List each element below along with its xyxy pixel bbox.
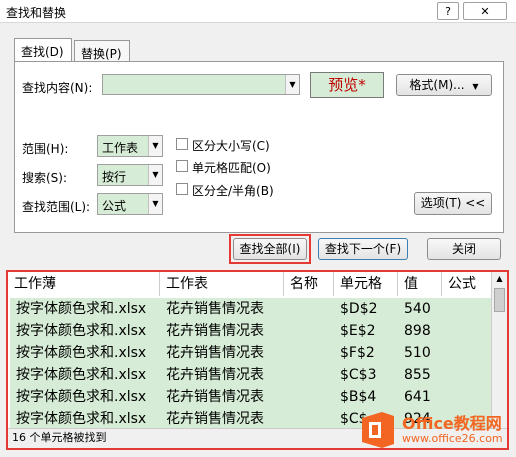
format-button-label: 格式(M)... bbox=[409, 78, 465, 92]
find-next-button[interactable]: 查找下一个(F) bbox=[318, 238, 408, 260]
tab-find-label: 查找(D) bbox=[21, 45, 64, 59]
chevron-down-icon[interactable]: ▼ bbox=[285, 75, 299, 94]
within-select[interactable]: 工作表 ▼ bbox=[97, 135, 163, 157]
within-value: 工作表 bbox=[102, 141, 139, 155]
column-header-name[interactable]: 名称 bbox=[284, 272, 334, 296]
cell-sheet: 花卉销售情况表 bbox=[166, 345, 264, 361]
table-row[interactable]: 按字体颜色求和.xlsx 花卉销售情况表 $B$4 641 bbox=[10, 386, 493, 408]
cell-workbook: 按字体颜色求和.xlsx bbox=[16, 411, 147, 427]
close-window-button[interactable]: ✕ bbox=[463, 2, 507, 20]
match-entire-cell-checkbox[interactable] bbox=[176, 160, 188, 172]
cell-workbook: 按字体颜色求和.xlsx bbox=[16, 323, 147, 339]
cell-workbook: 按字体颜色求和.xlsx bbox=[16, 345, 147, 361]
format-button[interactable]: 格式(M)... ▼ bbox=[396, 74, 492, 96]
lookin-label: 查找范围(L): bbox=[22, 200, 91, 214]
column-header-workbook[interactable]: 工作薄 bbox=[8, 272, 160, 296]
column-header-cell[interactable]: 单元格 bbox=[334, 272, 398, 296]
cell-value: 855 bbox=[404, 367, 431, 383]
help-button[interactable]: ? bbox=[437, 2, 459, 20]
options-button[interactable]: 选项(T) << bbox=[414, 192, 492, 215]
cell-address: $D$2 bbox=[340, 301, 378, 317]
scroll-up-icon[interactable]: ▲ bbox=[492, 272, 507, 286]
scroll-thumb[interactable] bbox=[494, 288, 505, 312]
lookin-value: 公式 bbox=[102, 199, 127, 213]
cell-sheet: 花卉销售情况表 bbox=[166, 301, 264, 317]
cell-sheet: 花卉销售情况表 bbox=[166, 411, 264, 427]
tab-replace-label: 替换(P) bbox=[81, 47, 122, 61]
format-preview: 预览* bbox=[310, 72, 384, 98]
table-row[interactable]: 按字体颜色求和.xlsx 花卉销售情况表 $E$2 898 bbox=[10, 320, 493, 342]
cell-address: $F$2 bbox=[340, 345, 375, 361]
cell-value: 641 bbox=[404, 389, 431, 405]
cell-value: 510 bbox=[404, 345, 431, 361]
match-entire-cell-label: 单元格匹配(O) bbox=[192, 161, 271, 175]
column-header-value[interactable]: 值 bbox=[398, 272, 442, 296]
cell-workbook: 按字体颜色求和.xlsx bbox=[16, 389, 147, 405]
match-byte-checkbox[interactable] bbox=[176, 183, 188, 195]
watermark-url: www.office26.com bbox=[402, 432, 503, 445]
cell-value: 540 bbox=[404, 301, 431, 317]
vertical-scrollbar[interactable]: ▲ bbox=[491, 272, 507, 428]
table-row[interactable]: 按字体颜色求和.xlsx 花卉销售情况表 $F$2 510 bbox=[10, 342, 493, 364]
tab-find[interactable]: 查找(D) bbox=[14, 38, 72, 62]
cell-address: $B$4 bbox=[340, 389, 377, 405]
lookin-select[interactable]: 公式 ▼ bbox=[97, 193, 163, 215]
match-case-label: 区分大小写(C) bbox=[192, 139, 270, 153]
table-row[interactable]: 按字体颜色求和.xlsx 花卉销售情况表 $C$3 855 bbox=[10, 364, 493, 386]
match-byte-label: 区分全/半角(B) bbox=[192, 184, 274, 198]
column-header-sheet[interactable]: 工作表 bbox=[160, 272, 284, 296]
chevron-down-icon[interactable]: ▼ bbox=[148, 194, 162, 214]
watermark: Office教程网 www.office26.com bbox=[358, 408, 508, 452]
office-logo-icon bbox=[362, 412, 394, 448]
find-all-button[interactable]: 查找全部(I) bbox=[233, 238, 307, 260]
cell-value: 898 bbox=[404, 323, 431, 339]
find-content-label: 查找内容(N): bbox=[22, 81, 93, 95]
match-case-checkbox[interactable] bbox=[176, 138, 188, 150]
watermark-brand: Office教程网 bbox=[402, 414, 502, 433]
cell-workbook: 按字体颜色求和.xlsx bbox=[16, 301, 147, 317]
tab-replace[interactable]: 替换(P) bbox=[74, 40, 130, 62]
search-label: 搜索(S): bbox=[22, 171, 68, 185]
search-value: 按行 bbox=[102, 170, 127, 184]
cell-workbook: 按字体颜色求和.xlsx bbox=[16, 367, 147, 383]
column-header-formula[interactable]: 公式 bbox=[442, 272, 493, 296]
cell-address: $E$2 bbox=[340, 323, 376, 339]
search-select[interactable]: 按行 ▼ bbox=[97, 164, 163, 186]
cell-address: $C$3 bbox=[340, 367, 377, 383]
cell-sheet: 花卉销售情况表 bbox=[166, 323, 264, 339]
table-row[interactable]: 按字体颜色求和.xlsx 花卉销售情况表 $D$2 540 bbox=[10, 298, 493, 320]
cell-sheet: 花卉销售情况表 bbox=[166, 389, 264, 405]
within-label: 范围(H): bbox=[22, 142, 69, 156]
chevron-down-icon: ▼ bbox=[472, 82, 479, 91]
window-title: 查找和替换 bbox=[6, 6, 67, 20]
chevron-down-icon[interactable]: ▼ bbox=[148, 136, 162, 156]
cell-sheet: 花卉销售情况表 bbox=[166, 367, 264, 383]
find-content-input[interactable]: ▼ bbox=[102, 74, 300, 95]
close-button[interactable]: 关闭 bbox=[427, 238, 501, 260]
chevron-down-icon[interactable]: ▼ bbox=[148, 165, 162, 185]
